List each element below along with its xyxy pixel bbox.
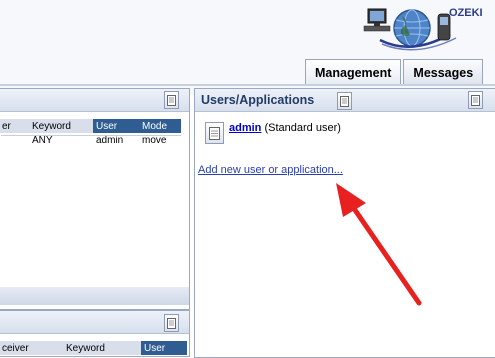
annotation-arrow	[336, 183, 422, 306]
